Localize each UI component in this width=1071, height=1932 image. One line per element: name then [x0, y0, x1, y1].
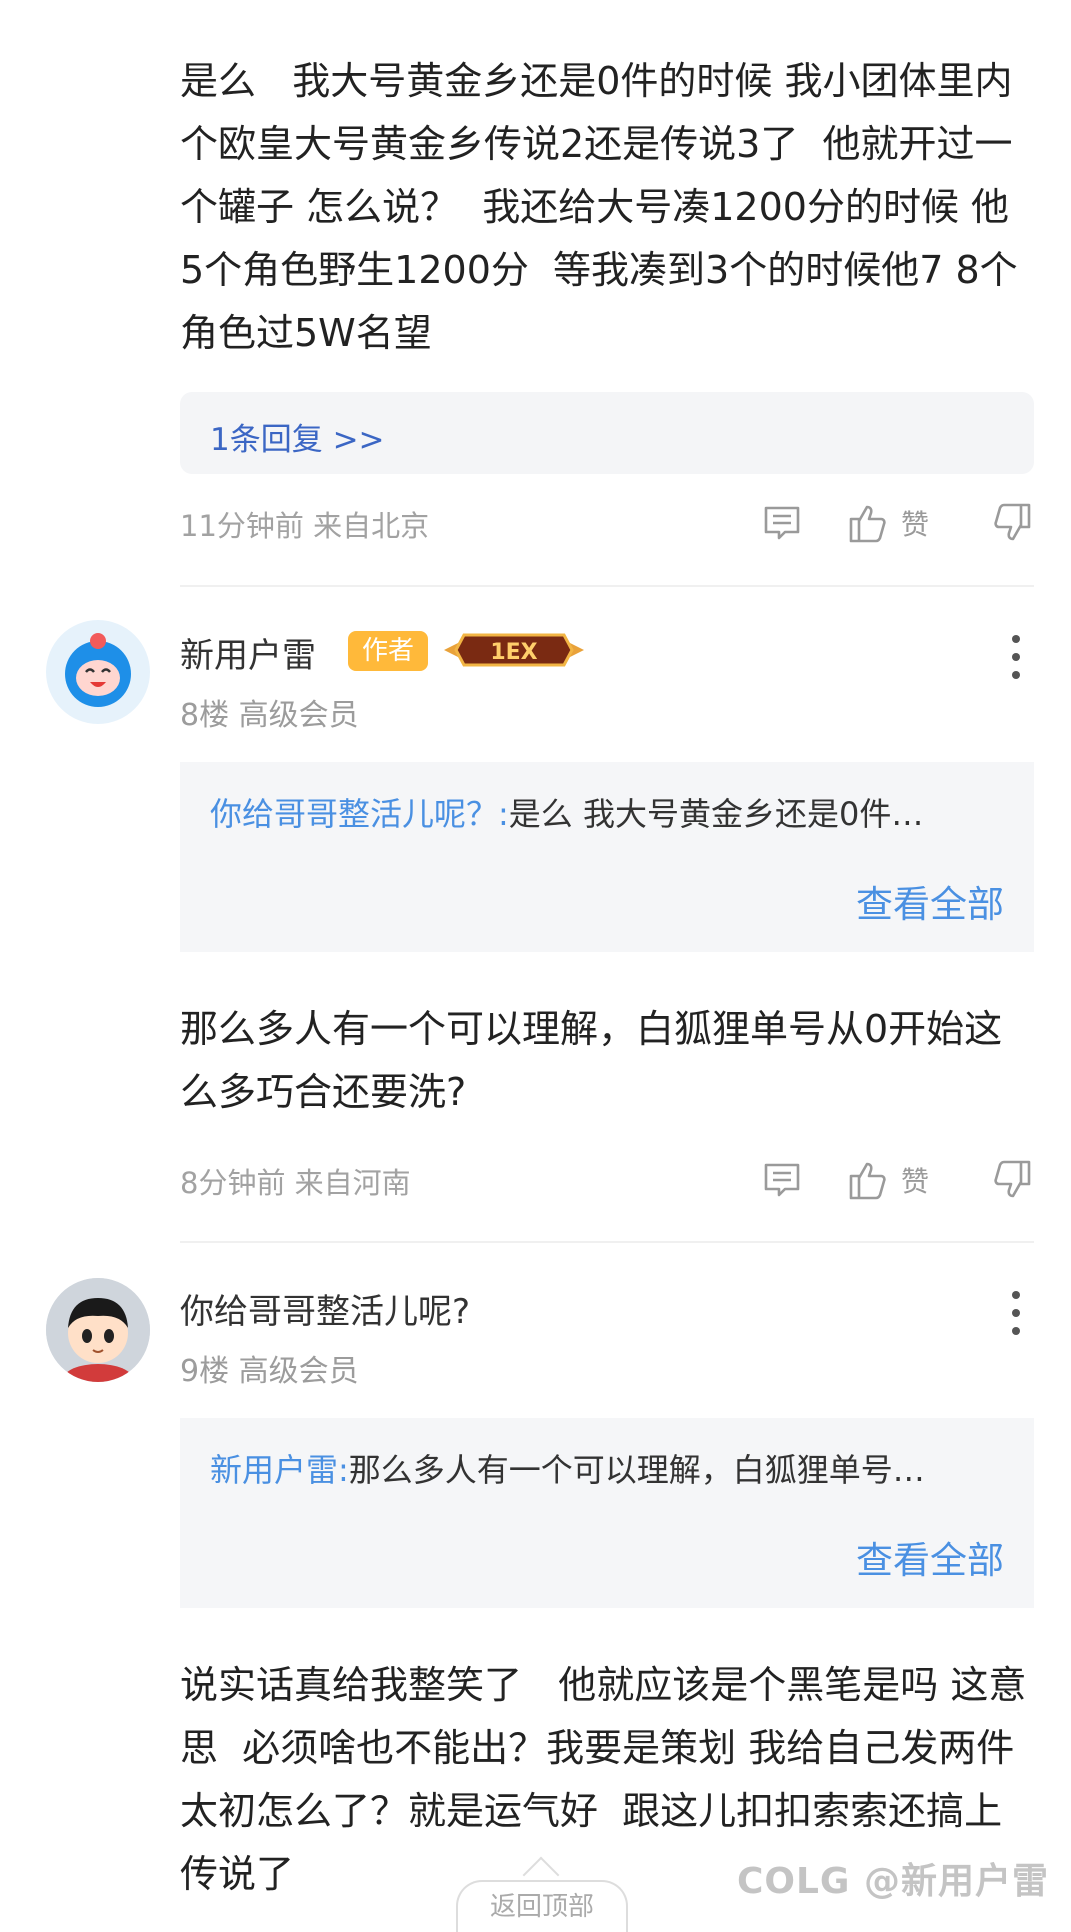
- reply-icon: [764, 1163, 800, 1197]
- view-all-link[interactable]: 查看全部: [856, 874, 1004, 928]
- quoted-reply-box[interactable]: 你给哥哥整活儿呢？:是么 我大号黄金乡还是0件… 查看全部: [180, 762, 1034, 952]
- like-button[interactable]: 赞: [847, 1158, 929, 1202]
- reply-button[interactable]: [761, 1159, 803, 1201]
- like-button[interactable]: 赞: [847, 501, 929, 545]
- thumbs-down-icon: [994, 1160, 1031, 1198]
- comment-meta: 8分钟前 来自河南: [180, 1166, 411, 1200]
- username[interactable]: 新用户雷: [180, 628, 316, 677]
- like-label: 赞: [900, 1165, 929, 1198]
- more-vertical-icon[interactable]: [1011, 635, 1021, 679]
- comment-body: 是么 我大号黄金乡还是0件的时候 我小团体里内个欧皇大号黄金乡传说2还是传说3了…: [180, 59, 1018, 355]
- dislike-button[interactable]: [989, 501, 1033, 545]
- comment-actions: 赞: [761, 1155, 1033, 1205]
- more-vertical-icon[interactable]: [1011, 1291, 1021, 1335]
- avatar[interactable]: [46, 620, 150, 724]
- comment-body: 那么多人有一个可以理解，白狐狸单号从0开始这么多巧合还要洗?: [180, 1007, 1003, 1114]
- thumbs-up-icon: [849, 1162, 886, 1200]
- quoted-text: 那么多人有一个可以理解，白狐狸单号…: [348, 1451, 925, 1489]
- floor-label: 9楼 高级会员: [180, 1354, 359, 1389]
- quoted-user[interactable]: 你给哥哥整活儿呢？:: [210, 795, 509, 833]
- comment-meta: 11分钟前 来自北京: [180, 509, 430, 543]
- username[interactable]: 你给哥哥整活儿呢?: [180, 1284, 470, 1333]
- back-to-top-button[interactable]: 返回顶部: [456, 1880, 628, 1932]
- quoted-reply: 新用户雷:那么多人有一个可以理解，白狐狸单号…: [210, 1448, 1010, 1492]
- thumbs-up-icon: [849, 505, 886, 543]
- reply-summary-box[interactable]: 1条回复 >>: [180, 392, 1034, 474]
- reply-icon: [764, 506, 800, 540]
- watermark: COLG @新用户雷: [736, 1861, 1049, 1902]
- dislike-button[interactable]: [989, 1158, 1033, 1202]
- quoted-reply-box[interactable]: 新用户雷:那么多人有一个可以理解，白狐狸单号… 查看全部: [180, 1418, 1034, 1608]
- view-all-link[interactable]: 查看全部: [856, 1530, 1004, 1584]
- floor-label: 8楼 高级会员: [180, 698, 359, 733]
- avatar[interactable]: [46, 1278, 150, 1382]
- thumbs-down-icon: [994, 503, 1031, 541]
- view-replies-link[interactable]: 1条回复 >>: [210, 414, 385, 459]
- reply-button[interactable]: [761, 502, 803, 544]
- quoted-reply: 你给哥哥整活儿呢？:是么 我大号黄金乡还是0件…: [210, 792, 1010, 836]
- like-label: 赞: [900, 508, 929, 541]
- comment-divider: [180, 585, 1034, 587]
- comment-divider: [180, 1241, 1034, 1243]
- level-badge-text: 1EX: [490, 640, 537, 665]
- quoted-user[interactable]: 新用户雷:: [210, 1451, 349, 1489]
- level-badge: 1EX: [442, 627, 586, 673]
- comment-actions: 赞: [761, 498, 1033, 548]
- quoted-text: 是么 我大号黄金乡还是0件…: [508, 795, 924, 833]
- author-badge: 作者: [348, 631, 428, 671]
